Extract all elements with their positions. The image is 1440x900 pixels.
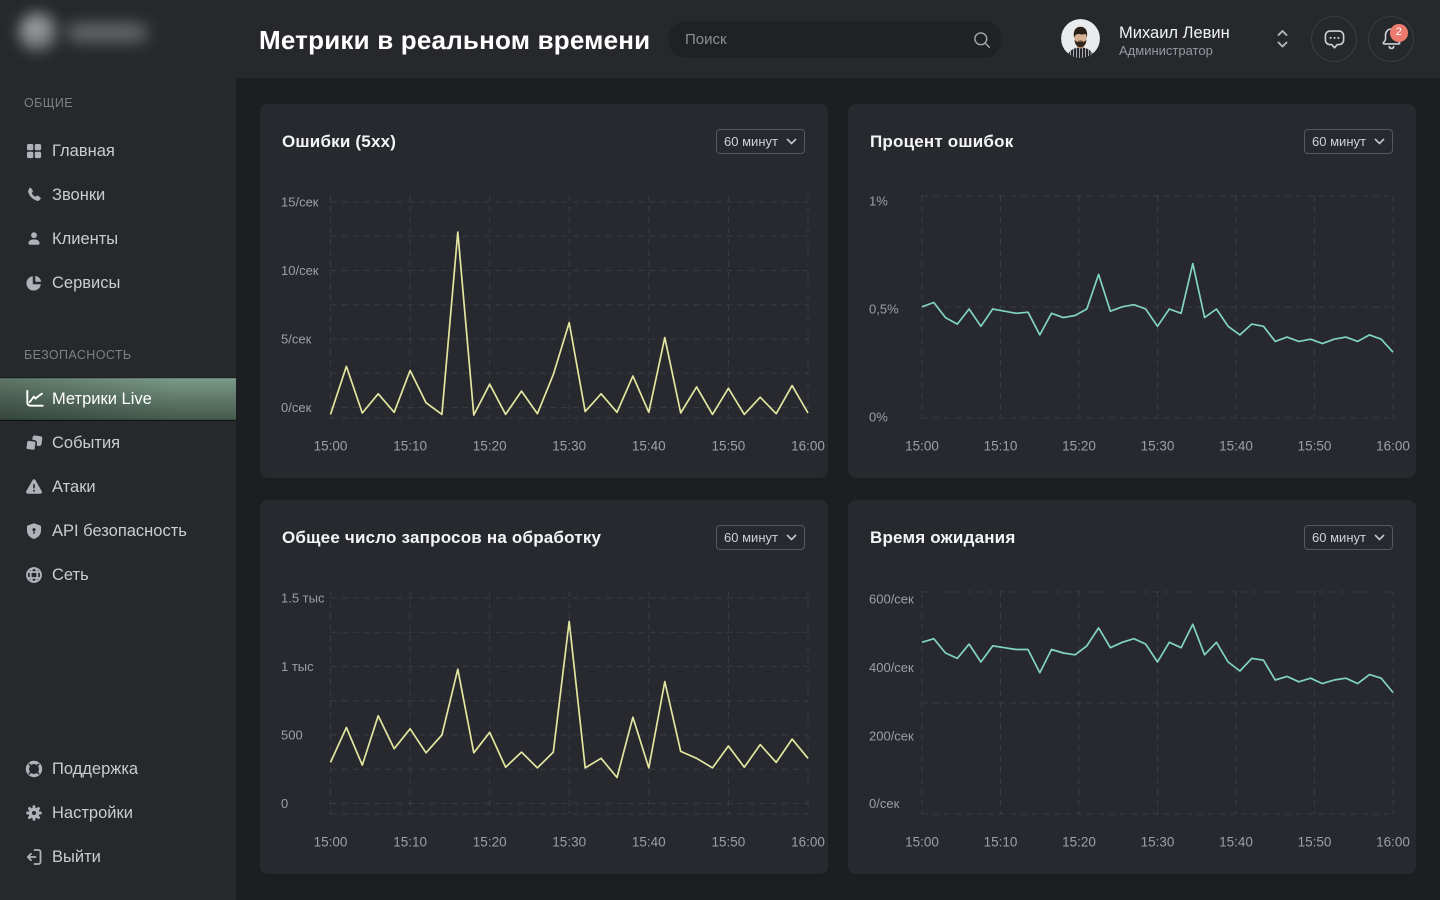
svg-text:15:30: 15:30	[1141, 439, 1175, 454]
svg-text:15:30: 15:30	[1141, 835, 1175, 850]
svg-text:1.5 тыс: 1.5 тыс	[281, 591, 325, 606]
svg-text:15:20: 15:20	[473, 835, 507, 850]
svg-text:15:00: 15:00	[905, 835, 939, 850]
svg-text:15:10: 15:10	[393, 439, 427, 454]
svg-text:15:00: 15:00	[314, 439, 348, 454]
svg-text:16:00: 16:00	[1376, 835, 1410, 850]
svg-text:15:20: 15:20	[473, 439, 507, 454]
svg-text:15:50: 15:50	[1298, 439, 1332, 454]
svg-text:1 тыс: 1 тыс	[281, 659, 314, 674]
svg-text:15:00: 15:00	[905, 439, 939, 454]
svg-text:1%: 1%	[869, 194, 888, 209]
svg-text:15:20: 15:20	[1062, 439, 1096, 454]
svg-text:15:10: 15:10	[984, 439, 1018, 454]
svg-text:15:50: 15:50	[712, 439, 746, 454]
svg-text:15:50: 15:50	[1298, 835, 1332, 850]
svg-text:0/сек: 0/сек	[869, 796, 900, 811]
svg-text:15:30: 15:30	[552, 835, 586, 850]
svg-text:0%: 0%	[869, 410, 888, 425]
svg-text:15:10: 15:10	[393, 835, 427, 850]
svg-text:15:30: 15:30	[552, 439, 586, 454]
svg-text:200/сек: 200/сек	[869, 729, 914, 744]
svg-text:15:00: 15:00	[314, 835, 348, 850]
svg-text:500: 500	[281, 728, 303, 743]
svg-text:15:40: 15:40	[1219, 439, 1253, 454]
svg-text:600/сек: 600/сек	[869, 592, 914, 607]
svg-text:15:40: 15:40	[1219, 835, 1253, 850]
svg-text:0,5%: 0,5%	[869, 302, 899, 317]
svg-text:15:40: 15:40	[632, 835, 666, 850]
svg-text:15:20: 15:20	[1062, 835, 1096, 850]
svg-text:5/сек: 5/сек	[281, 332, 312, 347]
svg-text:10/сек: 10/сек	[281, 263, 319, 278]
svg-text:0/сек: 0/сек	[281, 400, 312, 415]
svg-text:16:00: 16:00	[1376, 439, 1410, 454]
svg-text:16:00: 16:00	[791, 439, 825, 454]
svg-text:15:10: 15:10	[984, 835, 1018, 850]
svg-text:15/сек: 15/сек	[281, 195, 319, 210]
svg-text:0: 0	[281, 796, 288, 811]
svg-text:400/сек: 400/сек	[869, 660, 914, 675]
svg-text:16:00: 16:00	[791, 835, 825, 850]
svg-text:15:50: 15:50	[712, 835, 746, 850]
svg-text:15:40: 15:40	[632, 439, 666, 454]
